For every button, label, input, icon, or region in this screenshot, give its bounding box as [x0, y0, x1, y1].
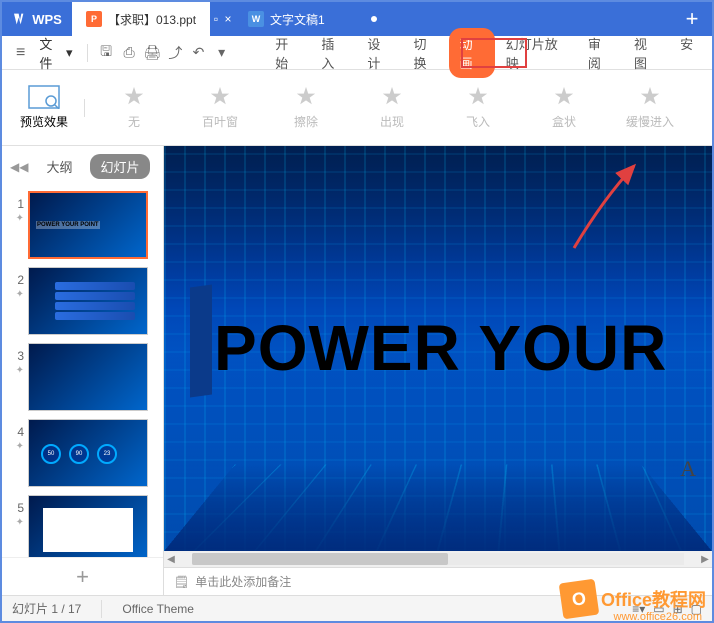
thumbnail-5[interactable]: 5✦: [6, 495, 159, 557]
doc-file-icon: W: [248, 11, 264, 27]
scroll-left-icon[interactable]: ◀: [164, 554, 178, 565]
horizontal-scrollbar[interactable]: ◀ ▶: [164, 551, 712, 567]
scroll-thumb[interactable]: [192, 553, 448, 565]
slides-tab[interactable]: 幻灯片: [90, 154, 149, 179]
menu-review[interactable]: 审阅: [577, 28, 623, 78]
slide-panel: ◀◀ 大纲 幻灯片 1✦ POWER YOUR POINT 2✦ 3✦ 4✦: [2, 146, 164, 595]
thumbnails[interactable]: 1✦ POWER YOUR POINT 2✦ 3✦ 4✦ 50 90 23: [2, 187, 163, 557]
text-cursor-marker: A: [680, 456, 696, 482]
outline-tab[interactable]: 大纲: [36, 154, 82, 179]
menubar: ≡ 文件▾ 🖫 ⎙ 🖨 ⤴ ↶ ▾ 开始 插入 设计 切换 动画 幻灯片放映 审…: [2, 36, 712, 70]
tab-label: 文字文稿1: [270, 11, 325, 28]
menu-security[interactable]: 安: [669, 28, 704, 78]
anim-flyin[interactable]: 飞入: [435, 85, 521, 130]
panel-header: ◀◀ 大纲 幻灯片: [2, 146, 163, 187]
statusbar: 幻灯片 1 / 17 Office Theme ≡▾ ▭ ⊞ ▢ O Offic…: [2, 595, 712, 621]
redo-icon[interactable]: ▾: [211, 42, 232, 64]
tab-label: 【求职】013.ppt: [108, 11, 196, 28]
anim-appear[interactable]: 出现: [349, 85, 435, 130]
separator: [84, 99, 85, 117]
animation-gallery[interactable]: 无 百叶窗 擦除 出现 飞入 盒状 缓慢进入: [91, 85, 704, 130]
star-icon: [553, 85, 575, 107]
slide-counter: 幻灯片 1 / 17: [12, 600, 81, 617]
separator: [87, 44, 88, 62]
hamburger-icon[interactable]: ≡: [10, 44, 31, 62]
menu-insert[interactable]: 插入: [310, 28, 356, 78]
file-menu[interactable]: 文件▾: [33, 34, 78, 72]
slide-canvas[interactable]: POWER YOUR A: [164, 146, 712, 551]
animation-indicator-icon: ✦: [16, 365, 24, 376]
anim-crawl[interactable]: 缓慢进入: [607, 85, 693, 130]
app-name: WPS: [32, 12, 62, 27]
watermark-brand: Office教程网: [601, 586, 706, 612]
app-logo: WPS: [2, 2, 72, 36]
animation-indicator-icon: ✦: [16, 289, 24, 300]
anim-box[interactable]: 盒状: [521, 85, 607, 130]
scroll-right-icon[interactable]: ▶: [698, 554, 712, 565]
theme-name: Office Theme: [122, 602, 194, 616]
dropdown-icon: ▾: [66, 45, 73, 61]
slide-thumb[interactable]: 50 90 23: [28, 419, 148, 487]
print-icon[interactable]: 🖨: [142, 42, 163, 64]
slide-thumb[interactable]: [28, 495, 148, 557]
tab-ppt[interactable]: P 【求职】013.ppt: [72, 2, 210, 36]
anim-blinds[interactable]: 百叶窗: [177, 85, 263, 130]
menu-transition[interactable]: 切换: [403, 28, 449, 78]
canvas-area: POWER YOUR A ◀ ▶ 🗒 单击此处添加备注: [164, 146, 712, 595]
animation-indicator-icon: ✦: [16, 517, 24, 528]
slide-thumb[interactable]: [28, 343, 148, 411]
menu-design[interactable]: 设计: [356, 28, 402, 78]
thumbnail-3[interactable]: 3✦: [6, 343, 159, 411]
notes-icon: 🗒: [174, 575, 189, 589]
star-icon: [639, 85, 661, 107]
add-slide-button[interactable]: +: [2, 557, 163, 595]
slide-thumb[interactable]: POWER YOUR POINT: [28, 191, 148, 259]
collapse-icon[interactable]: ◀◀: [10, 160, 28, 174]
save-icon[interactable]: 🖫: [95, 42, 116, 64]
ppt-file-icon: P: [86, 11, 102, 27]
notes-placeholder[interactable]: 单击此处添加备注: [195, 573, 291, 590]
slide-thumb[interactable]: [28, 267, 148, 335]
menu-start[interactable]: 开始: [264, 28, 310, 78]
workspace: ◀◀ 大纲 幻灯片 1✦ POWER YOUR POINT 2✦ 3✦ 4✦: [2, 146, 712, 595]
thumbnail-2[interactable]: 2✦: [6, 267, 159, 335]
star-icon: [381, 85, 403, 107]
anim-wipe[interactable]: 擦除: [263, 85, 349, 130]
ribbon: 预览效果 无 百叶窗 擦除 出现 飞入 盒状 缓慢进入: [2, 70, 712, 146]
tab-close-icon[interactable]: ×: [222, 2, 234, 36]
menu-view[interactable]: 视图: [623, 28, 669, 78]
star-icon: [209, 85, 231, 107]
output-icon[interactable]: ⤴: [165, 42, 186, 64]
animation-indicator-icon: ✦: [16, 441, 24, 452]
preview-label: 预览效果: [20, 113, 68, 130]
thumbnail-4[interactable]: 4✦ 50 90 23: [6, 419, 159, 487]
separator: [101, 600, 102, 618]
animation-indicator-icon: ✦: [16, 213, 24, 224]
slide-background-road: [164, 464, 712, 551]
tab-modified-badge: [371, 16, 377, 22]
wps-logo-icon: [12, 11, 28, 27]
star-icon: [123, 85, 145, 107]
star-icon: [467, 85, 489, 107]
print-preview-icon[interactable]: ⎙: [119, 42, 140, 64]
office-logo-icon: O: [559, 579, 600, 620]
thumbnail-1[interactable]: 1✦ POWER YOUR POINT: [6, 191, 159, 259]
star-icon: [295, 85, 317, 107]
preview-icon: [28, 85, 60, 109]
scroll-track[interactable]: [192, 553, 684, 565]
slide-headline[interactable]: POWER YOUR: [214, 311, 667, 385]
preview-effect-button[interactable]: 预览效果: [10, 85, 78, 130]
ribbon-tabs: 开始 插入 设计 切换 动画 幻灯片放映 审阅 视图 安: [264, 28, 704, 78]
anim-none[interactable]: 无: [91, 85, 177, 130]
watermark-url: www.office26.com: [614, 611, 702, 623]
tab-extra-icon[interactable]: ▫: [210, 2, 222, 36]
undo-icon[interactable]: ↶: [188, 42, 209, 64]
menu-animation[interactable]: 动画: [449, 28, 495, 78]
decorative-bar: [190, 284, 212, 397]
menu-slideshow[interactable]: 幻灯片放映: [495, 28, 577, 78]
